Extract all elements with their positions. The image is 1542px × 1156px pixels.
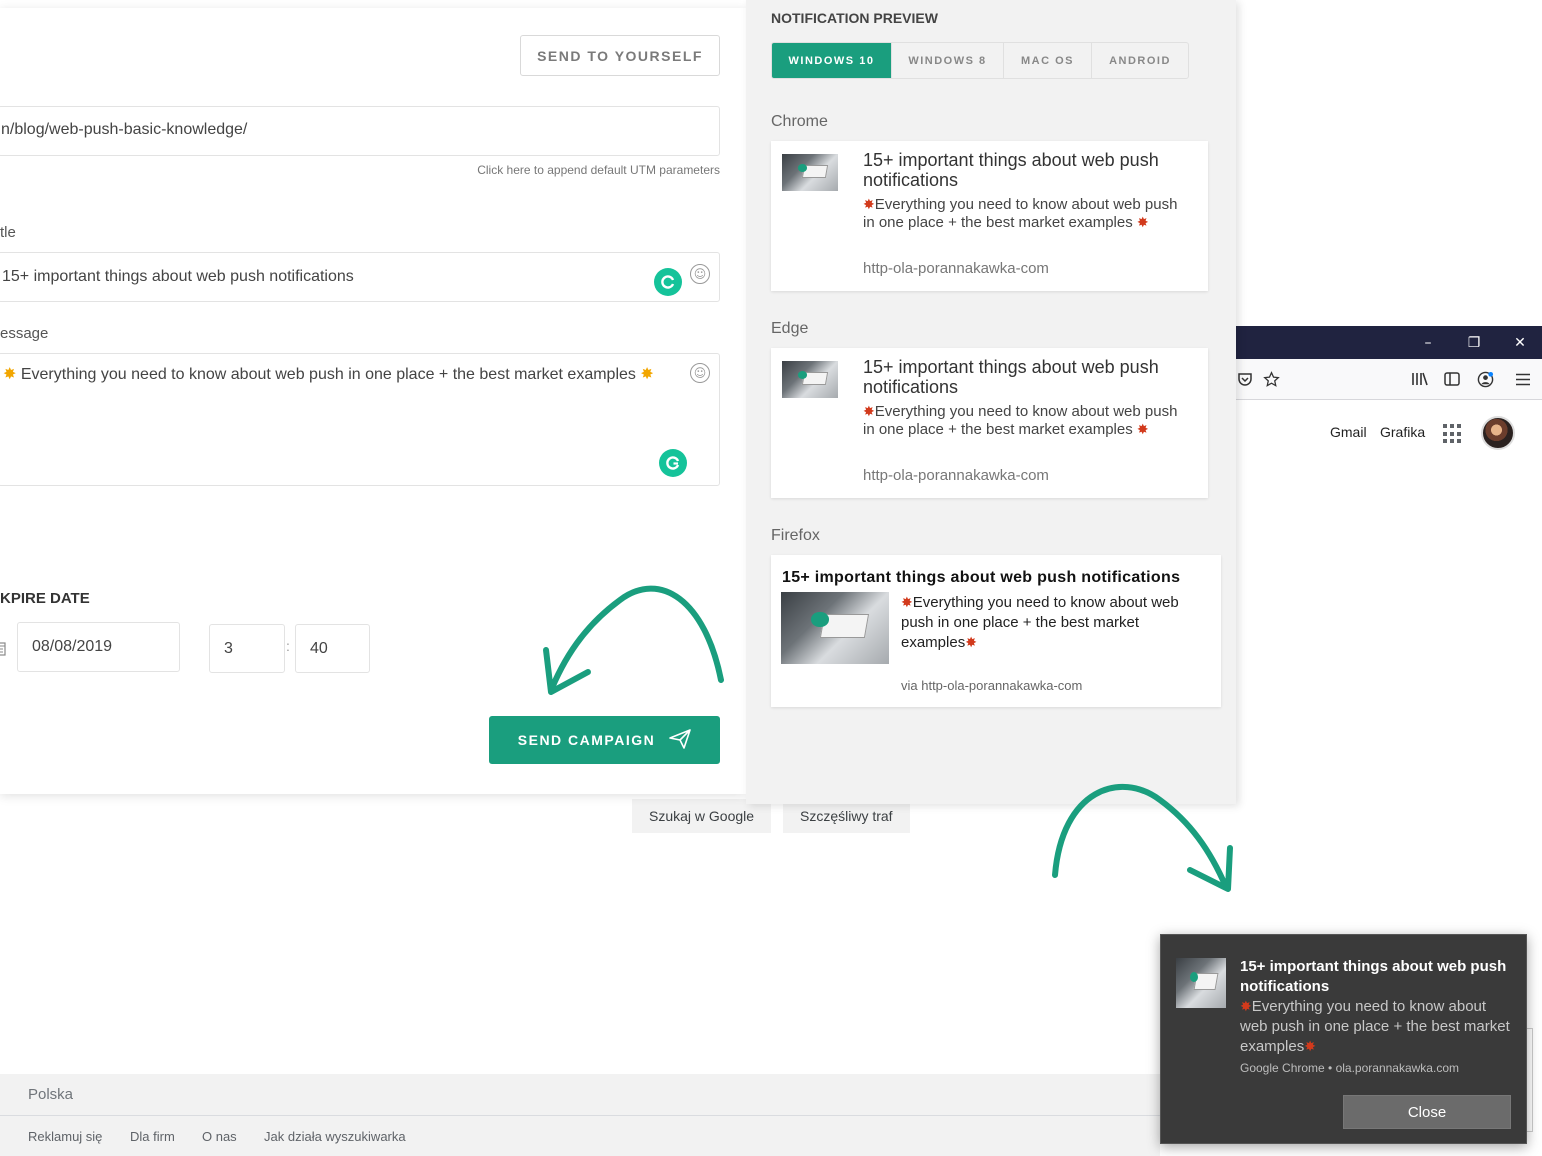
send-campaign-button[interactable]: SEND CAMPAIGN xyxy=(489,716,720,764)
os-tabs: WINDOWS 10 WINDOWS 8 MAC OS ANDROID xyxy=(771,42,1189,79)
google-search-button[interactable]: Szukaj w Google xyxy=(632,799,772,833)
notification-preview-panel: NOTIFICATION PREVIEW WINDOWS 10 WINDOWS … xyxy=(746,0,1236,804)
notification-title: 15+ important things about web push noti… xyxy=(782,569,1181,586)
send-paper-plane-icon xyxy=(669,728,692,752)
feeling-lucky-button[interactable]: Szczęśliwy traf xyxy=(783,799,910,833)
tab-windows-10[interactable]: WINDOWS 10 xyxy=(772,43,892,78)
gmail-link[interactable]: Gmail xyxy=(1330,424,1367,440)
expire-date-input[interactable]: 08/08/2019 xyxy=(17,622,180,672)
expire-hour-input[interactable]: 3 xyxy=(209,624,285,673)
notification-url: http-ola-porannakawka-com xyxy=(863,260,1049,277)
chrome-notification-preview: 15+ important things about web push noti… xyxy=(771,141,1208,291)
close-window-button[interactable]: ✕ xyxy=(1497,326,1542,359)
tab-windows-8[interactable]: WINDOWS 8 xyxy=(892,43,1004,78)
burst-emoji-icon: ✸ xyxy=(1136,215,1149,231)
send-campaign-label: SEND CAMPAIGN xyxy=(517,732,656,748)
notification-url: via http-ola-porannakawka-com xyxy=(901,678,1083,693)
footer-link-business[interactable]: Dla firm xyxy=(130,1129,175,1144)
grammarly-icon[interactable] xyxy=(654,268,682,296)
notification-image xyxy=(781,592,889,664)
title-label: tle xyxy=(0,224,16,241)
burst-emoji-icon: ✸ xyxy=(1304,1039,1316,1055)
burst-emoji-icon: ✸ xyxy=(1240,999,1252,1015)
browser-toolbar xyxy=(1234,359,1542,400)
toast-title: 15+ important things about web push noti… xyxy=(1240,958,1507,995)
emoji-icon[interactable]: ☺ xyxy=(690,363,710,383)
restore-button[interactable]: ❐ xyxy=(1451,326,1497,359)
title-value: 15+ important things about web push noti… xyxy=(2,268,354,285)
hamburger-menu-icon[interactable] xyxy=(1512,368,1534,390)
time-separator: : xyxy=(286,638,290,654)
burst-emoji-icon: ✸ xyxy=(901,595,913,611)
star-icon[interactable] xyxy=(1260,368,1282,390)
expire-minute-input[interactable]: 40 xyxy=(295,624,370,673)
send-to-yourself-button[interactable]: SEND TO YOURSELF xyxy=(520,35,720,76)
burst-emoji-icon: ✸ xyxy=(640,364,654,383)
url-value: n/blog/web-push-basic-knowledge/ xyxy=(1,121,248,138)
toast-source: Google Chrome • ola.porannakawka.com xyxy=(1240,1061,1459,1075)
images-link[interactable]: Grafika xyxy=(1380,424,1425,440)
footer-country: Polska xyxy=(28,1086,74,1103)
library-icon[interactable] xyxy=(1409,368,1431,390)
notification-message: ✸Everything you need to know about web p… xyxy=(863,196,1178,231)
sidebar-icon[interactable] xyxy=(1441,368,1463,390)
footer-link-how-search-works[interactable]: Jak działa wyszukiwarka xyxy=(264,1129,406,1144)
message-value: Everything you need to know about web pu… xyxy=(20,366,636,383)
footer-country-bar: Polska xyxy=(0,1074,1160,1116)
toast-close-button[interactable]: Close xyxy=(1343,1095,1511,1129)
notification-url: http-ola-porannakawka-com xyxy=(863,467,1049,484)
url-input[interactable]: n/blog/web-push-basic-knowledge/ xyxy=(0,106,720,156)
tab-android[interactable]: ANDROID xyxy=(1092,43,1188,78)
chrome-label: Chrome xyxy=(771,113,828,130)
firefox-label: Firefox xyxy=(771,527,820,544)
message-label: essage xyxy=(0,325,49,342)
notification-image xyxy=(782,361,838,398)
browser-titlebar: – ❐ ✕ xyxy=(1234,326,1542,359)
pocket-icon[interactable] xyxy=(1234,368,1256,390)
firefox-notification-preview: 15+ important things about web push noti… xyxy=(771,555,1221,707)
burst-emoji-icon: ✸ xyxy=(965,635,977,651)
preview-heading: NOTIFICATION PREVIEW xyxy=(771,10,938,26)
arrow-icon xyxy=(1187,845,1233,892)
tab-mac-os[interactable]: MAC OS xyxy=(1004,43,1092,78)
notification-message: ✸Everything you need to know about web p… xyxy=(863,403,1178,438)
windows-toast-notification[interactable]: 15+ important things about web push noti… xyxy=(1160,934,1527,1144)
emoji-icon[interactable]: ☺ xyxy=(690,264,710,284)
burst-emoji-icon: ✸ xyxy=(1136,422,1149,438)
burst-emoji-icon: ✸ xyxy=(863,197,875,213)
burst-emoji-icon: ✸ xyxy=(863,404,875,420)
edge-notification-preview: 15+ important things about web push noti… xyxy=(771,348,1208,498)
calendar-icon[interactable] xyxy=(0,640,6,656)
burst-emoji-icon: ✸ xyxy=(3,364,17,383)
message-textarea[interactable]: ✸ Everything you need to know about web … xyxy=(0,353,720,486)
footer-link-about[interactable]: O nas xyxy=(202,1129,237,1144)
notification-title: 15+ important things about web push noti… xyxy=(863,150,1159,190)
expire-date-label: KPIRE DATE xyxy=(0,590,90,607)
footer-link-advertising[interactable]: Reklamuj się xyxy=(28,1129,102,1144)
edge-label: Edge xyxy=(771,320,809,337)
minimize-button[interactable]: – xyxy=(1405,326,1451,359)
notification-title: 15+ important things about web push noti… xyxy=(863,357,1159,397)
grammarly-icon[interactable] xyxy=(659,449,687,477)
title-input[interactable]: 15+ important things about web push noti… xyxy=(0,252,720,302)
footer-links-bar: Reklamuj się Dla firm O nas Jak działa w… xyxy=(0,1116,1160,1156)
account-icon[interactable] xyxy=(1474,368,1496,390)
avatar[interactable] xyxy=(1481,416,1515,450)
toast-message: ✸Everything you need to know about web p… xyxy=(1240,998,1510,1055)
toast-image xyxy=(1176,958,1226,1008)
apps-grid-icon[interactable] xyxy=(1443,424,1463,444)
notification-message: ✸Everything you need to know about web p… xyxy=(901,594,1179,651)
utm-helper-link[interactable]: Click here to append default UTM paramet… xyxy=(420,163,720,177)
campaign-form-panel: SEND TO YOURSELF n/blog/web-push-basic-k… xyxy=(0,8,746,794)
notification-image xyxy=(782,154,838,191)
